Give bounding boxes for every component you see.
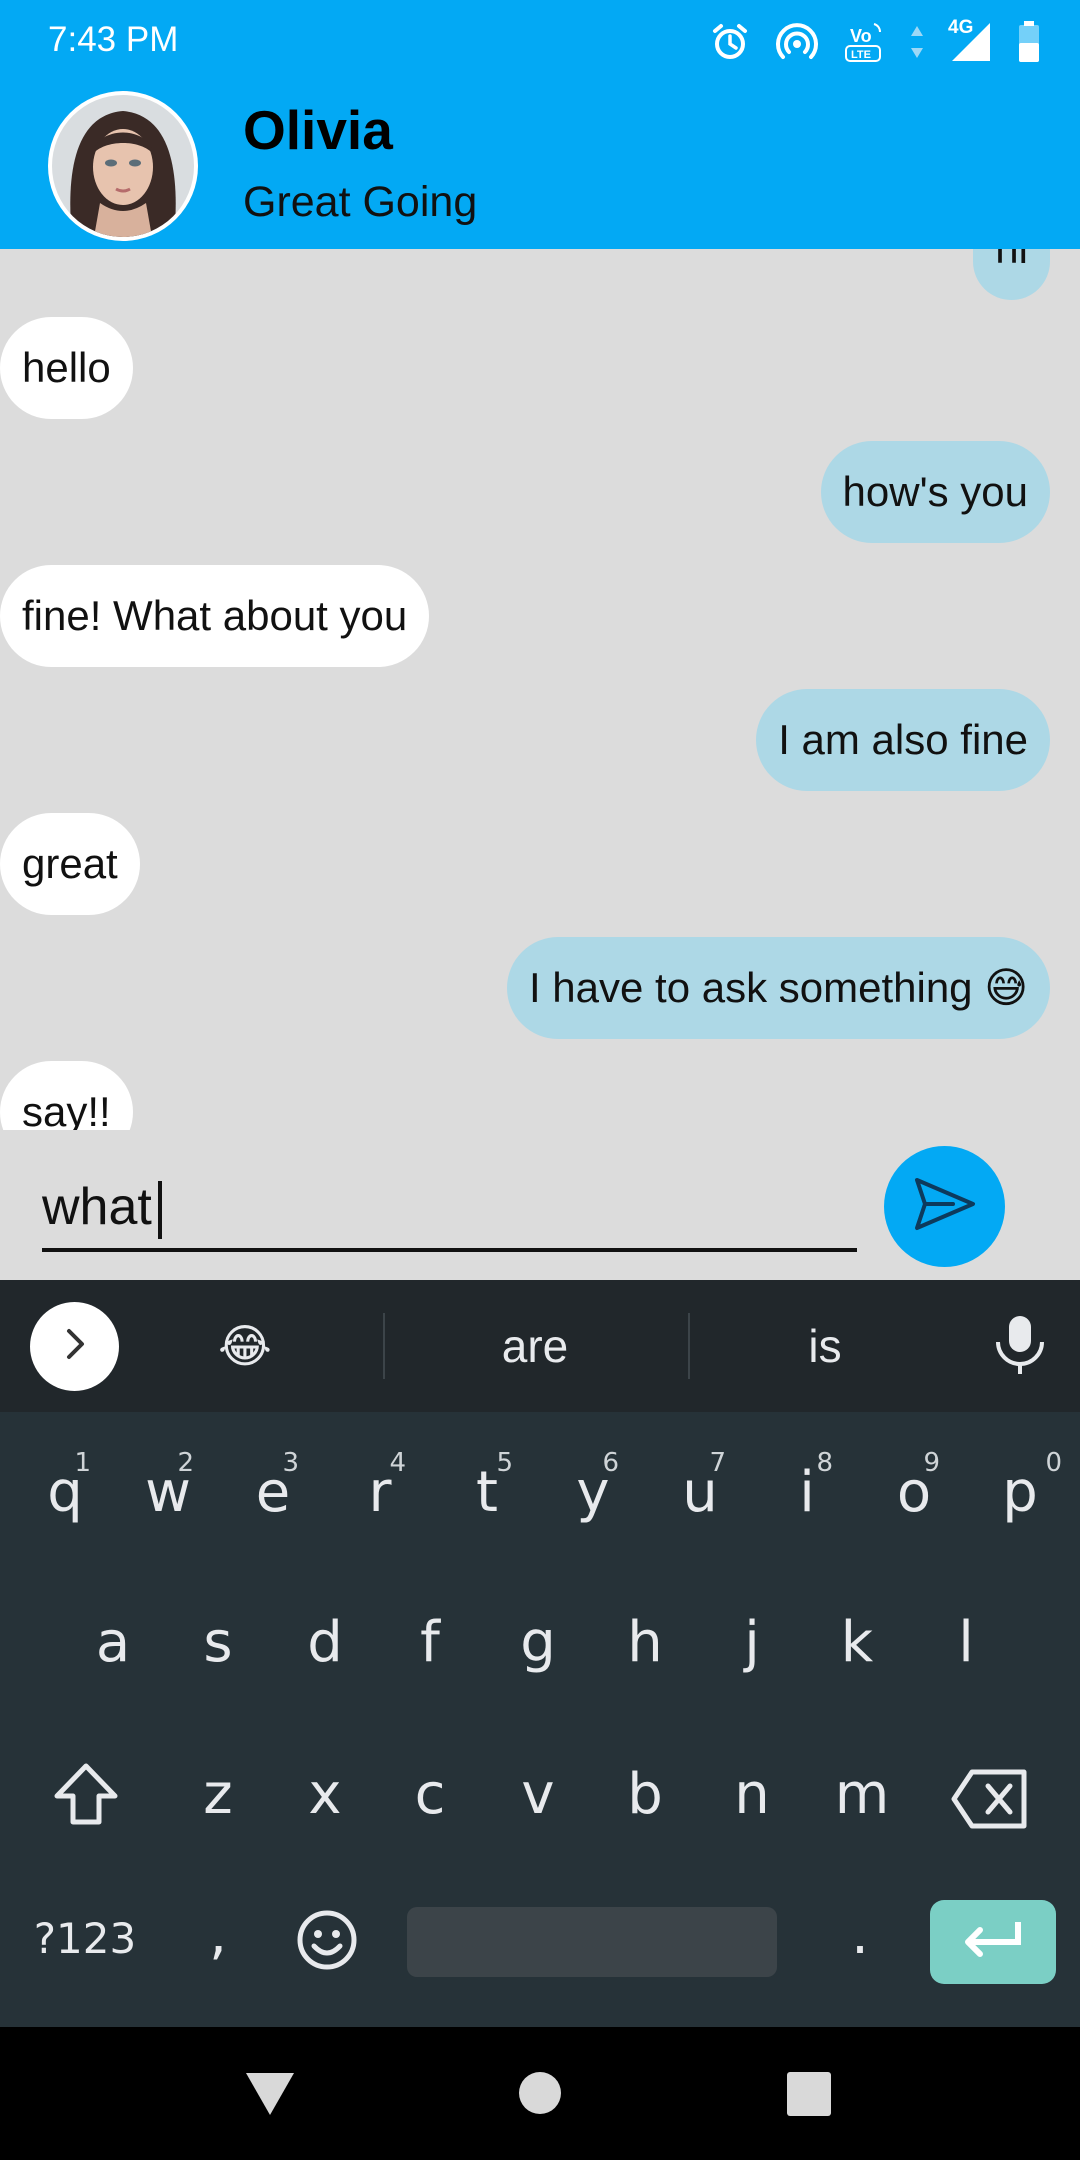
key-a[interactable]: a <box>83 1610 143 1675</box>
expand-toolbar-button[interactable] <box>30 1302 119 1391</box>
back-icon[interactable] <box>244 2071 296 2122</box>
key-p[interactable]: p0 <box>990 1448 1062 1525</box>
suggestion-word[interactable]: are <box>400 1280 670 1412</box>
key-u[interactable]: u7 <box>670 1448 730 1525</box>
key-y[interactable]: y6 <box>563 1448 623 1525</box>
key-m[interactable]: m <box>822 1762 902 1827</box>
key-o[interactable]: o9 <box>884 1448 944 1525</box>
backspace-icon <box>950 1769 1030 1844</box>
enter-key[interactable] <box>930 1900 1056 1984</box>
backspace-key[interactable] <box>950 1768 1030 1844</box>
shift-icon <box>51 1763 121 1840</box>
send-button[interactable] <box>884 1146 1005 1267</box>
avatar-photo <box>52 95 194 237</box>
message-bubble-outgoing[interactable]: I am also fine <box>756 689 1050 791</box>
key-z[interactable]: z <box>188 1762 248 1827</box>
key-s[interactable]: s <box>188 1610 248 1675</box>
network-type-label: 4G <box>948 17 974 38</box>
key-h[interactable]: h <box>615 1610 675 1675</box>
battery-icon <box>1018 21 1040 63</box>
key-g[interactable]: g <box>508 1610 568 1675</box>
comma-key[interactable]: , <box>198 1902 238 1967</box>
message-bubble-incoming[interactable]: hello <box>0 317 133 419</box>
status-icons: Vo LTE 4G <box>710 14 1040 70</box>
key-c[interactable]: c <box>400 1762 460 1827</box>
space-key[interactable] <box>407 1907 777 1977</box>
suggestion-divider <box>383 1313 385 1379</box>
symbols-key[interactable]: ?123 <box>30 1914 140 1963</box>
key-x[interactable]: x <box>295 1762 355 1827</box>
key-l[interactable]: l <box>936 1610 996 1675</box>
key-j[interactable]: j <box>722 1610 782 1675</box>
svg-text:Vo: Vo <box>850 26 872 46</box>
suggestion-emoji[interactable]: 😂 <box>175 1280 315 1412</box>
key-k[interactable]: k <box>827 1610 887 1675</box>
key-n[interactable]: n <box>722 1762 782 1827</box>
suggestion-strip: 😂 are is <box>0 1280 1080 1412</box>
message-composer: what <box>0 1130 1080 1280</box>
chat-messages[interactable]: hi hello how's you fine! What about you … <box>0 249 1080 1130</box>
status-time: 7:43 PM <box>48 20 179 59</box>
key-f[interactable]: f <box>400 1610 460 1675</box>
message-bubble-incoming[interactable]: fine! What about you <box>0 565 430 667</box>
volte-icon: Vo LTE <box>844 20 884 64</box>
soft-keyboard: 😂 are is q1 w2 e3 r4 t5 y6 u7 i8 o9 p0 a… <box>0 1280 1080 2027</box>
period-key[interactable]: . <box>840 1902 880 1967</box>
shift-key[interactable] <box>50 1762 122 1840</box>
key-q[interactable]: q1 <box>35 1448 95 1525</box>
svg-text:LTE: LTE <box>851 49 871 61</box>
key-e[interactable]: e3 <box>243 1448 303 1525</box>
contact-avatar[interactable] <box>48 91 198 241</box>
alarm-icon <box>710 22 750 62</box>
data-arrows-icon <box>910 24 924 60</box>
key-w[interactable]: w2 <box>138 1448 198 1525</box>
key-t[interactable]: t5 <box>457 1448 517 1525</box>
message-input-text: what <box>42 1178 152 1236</box>
message-bubble-outgoing[interactable]: hi <box>973 249 1050 300</box>
key-d[interactable]: d <box>295 1610 355 1675</box>
home-icon[interactable] <box>518 2071 562 2120</box>
system-nav-bar <box>0 2027 1080 2160</box>
key-i[interactable]: i8 <box>777 1448 837 1525</box>
suggestion-divider <box>688 1313 690 1379</box>
hotspot-icon <box>776 22 818 62</box>
text-cursor <box>157 1181 162 1240</box>
smiley-icon <box>295 1910 359 1986</box>
send-icon <box>913 1176 977 1237</box>
status-bar: 7:43 PM Vo LTE 4G <box>0 0 1080 84</box>
emoji-key[interactable] <box>292 1908 362 1986</box>
message-bubble-incoming[interactable]: great <box>0 813 140 915</box>
message-bubble-outgoing[interactable]: how's you <box>820 441 1050 543</box>
contact-status: Great Going <box>243 178 478 226</box>
recents-icon[interactable] <box>786 2071 832 2122</box>
key-v[interactable]: v <box>508 1762 568 1827</box>
app-header: 7:43 PM Vo LTE 4G Olivia Great Going <box>0 0 1080 249</box>
message-bubble-incoming[interactable]: say!! <box>0 1061 133 1130</box>
chevron-right-icon <box>60 1327 90 1366</box>
message-bubble-outgoing[interactable]: I have to ask something 😅 <box>506 937 1050 1039</box>
suggestion-word[interactable]: is <box>700 1280 950 1412</box>
key-r[interactable]: r4 <box>350 1448 410 1525</box>
microphone-icon[interactable] <box>990 1312 1050 1383</box>
signal-icon: 4G <box>948 17 992 63</box>
key-b[interactable]: b <box>615 1762 675 1827</box>
contact-name[interactable]: Olivia <box>243 98 393 162</box>
enter-icon <box>960 1918 1026 1967</box>
message-input[interactable]: what <box>42 1172 857 1252</box>
